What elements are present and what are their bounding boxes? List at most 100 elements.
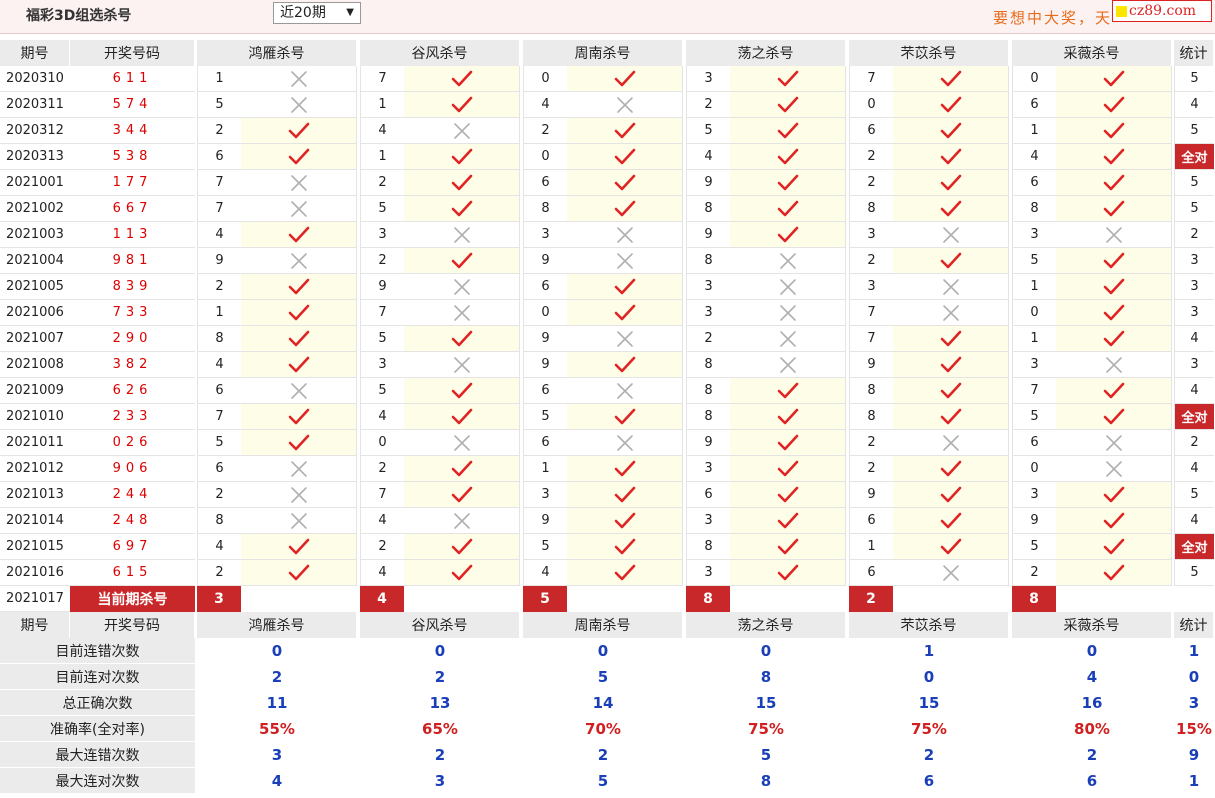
check-icon xyxy=(940,486,961,502)
table-issue-header: 期号 xyxy=(0,40,70,66)
check-icon xyxy=(940,408,961,424)
miss-mark xyxy=(241,456,357,482)
cross-icon xyxy=(290,512,307,529)
kill-number: 1 xyxy=(197,300,241,326)
stat-value: 65% xyxy=(422,720,458,738)
current-kill-label: 当前期杀号 xyxy=(70,586,195,612)
check-icon xyxy=(614,122,635,138)
kill-number: 3 xyxy=(849,222,893,248)
check-icon xyxy=(1103,382,1124,398)
check-icon xyxy=(777,538,798,554)
check-icon xyxy=(451,408,472,424)
count-cell: 4 xyxy=(1174,378,1214,404)
kill-number: 2 xyxy=(849,430,893,456)
kill-number: 3 xyxy=(686,66,730,92)
hit-mark xyxy=(893,352,1009,378)
kill-number: 6 xyxy=(1012,92,1056,118)
table-draw-header: 开奖号码 xyxy=(70,40,195,66)
draw-number: 615 xyxy=(70,560,195,586)
stat-value: 2 xyxy=(923,746,935,764)
draw-number: 290 xyxy=(70,326,195,352)
cross-icon xyxy=(779,330,796,347)
hit-mark xyxy=(730,560,846,586)
cross-icon xyxy=(1105,460,1122,477)
hit-mark xyxy=(893,482,1009,508)
stat-value: 0 xyxy=(923,668,935,686)
stat-label: 最大连对次数 xyxy=(0,768,195,793)
hit-mark xyxy=(730,170,846,196)
hit-mark xyxy=(404,482,520,508)
stat-value: 0 xyxy=(597,642,609,660)
stat-value: 2 xyxy=(1086,746,1098,764)
hit-mark xyxy=(893,456,1009,482)
kill-number: 4 xyxy=(686,144,730,170)
kill-number: 7 xyxy=(197,170,241,196)
cross-icon xyxy=(290,486,307,503)
count-cell: 2 xyxy=(1174,222,1214,248)
kill-number: 5 xyxy=(1012,534,1056,560)
check-icon xyxy=(1103,96,1124,112)
cross-icon xyxy=(942,304,959,321)
check-icon xyxy=(777,382,798,398)
check-icon xyxy=(288,564,309,580)
check-icon xyxy=(614,538,635,554)
kill-number: 7 xyxy=(849,300,893,326)
check-icon xyxy=(451,70,472,86)
kill-number: 1 xyxy=(360,92,404,118)
kill-number: 1 xyxy=(523,456,567,482)
issue-cell: 2021001 xyxy=(0,170,70,196)
hit-mark xyxy=(567,196,683,222)
cross-icon xyxy=(942,226,959,243)
draw-number: 906 xyxy=(70,456,195,482)
cross-icon xyxy=(942,434,959,451)
hit-mark xyxy=(241,430,357,456)
check-icon xyxy=(940,122,961,138)
check-icon xyxy=(451,382,472,398)
chevron-down-icon: ▼ xyxy=(346,7,354,18)
hit-mark xyxy=(1056,326,1172,352)
cross-icon xyxy=(779,252,796,269)
kill-number-table: 期号 开奖号码 鸿雁杀号 谷风杀号 周南杀号 荡之杀号 芣苡杀号 采薇杀号 统计 2020310 6… xyxy=(0,40,1215,798)
check-icon xyxy=(451,200,472,216)
stat-value: 2 xyxy=(434,668,446,686)
cross-icon xyxy=(453,278,470,295)
check-icon xyxy=(614,148,635,164)
miss-mark xyxy=(567,92,683,118)
miss-mark xyxy=(893,300,1009,326)
table-expert-header: 周南杀号 xyxy=(523,40,683,66)
hit-mark xyxy=(404,66,520,92)
period-select[interactable]: 近20期 ▼ xyxy=(273,2,361,24)
issue-cell: 2020311 xyxy=(0,92,70,118)
kill-number: 2 xyxy=(686,92,730,118)
kill-number: 2 xyxy=(360,170,404,196)
check-icon xyxy=(1103,70,1124,86)
kill-number: 6 xyxy=(849,508,893,534)
kill-number: 5 xyxy=(523,534,567,560)
check-icon xyxy=(777,564,798,580)
miss-mark xyxy=(893,430,1009,456)
issue-cell: 2020313 xyxy=(0,144,70,170)
miss-mark xyxy=(241,170,357,196)
check-icon xyxy=(1103,122,1124,138)
kill-number: 7 xyxy=(197,196,241,222)
miss-mark xyxy=(241,196,357,222)
kill-number: 0 xyxy=(360,430,404,456)
hit-mark xyxy=(404,196,520,222)
stat-value: 3 xyxy=(271,746,283,764)
hit-mark xyxy=(404,404,520,430)
hit-mark xyxy=(893,404,1009,430)
stat-value: 13 xyxy=(429,694,451,712)
hit-mark xyxy=(730,144,846,170)
kill-number: 2 xyxy=(849,456,893,482)
site-badge[interactable]: cz89.com xyxy=(1112,0,1212,22)
check-icon xyxy=(1103,304,1124,320)
check-icon xyxy=(777,70,798,86)
kill-number: 9 xyxy=(360,274,404,300)
table-expert-header: 谷风杀号 xyxy=(360,40,520,66)
check-icon xyxy=(1103,174,1124,190)
check-icon xyxy=(614,304,635,320)
check-icon xyxy=(1103,330,1124,346)
kill-number: 8 xyxy=(686,404,730,430)
kill-number: 8 xyxy=(686,196,730,222)
current-issue: 2021017 xyxy=(0,586,70,612)
